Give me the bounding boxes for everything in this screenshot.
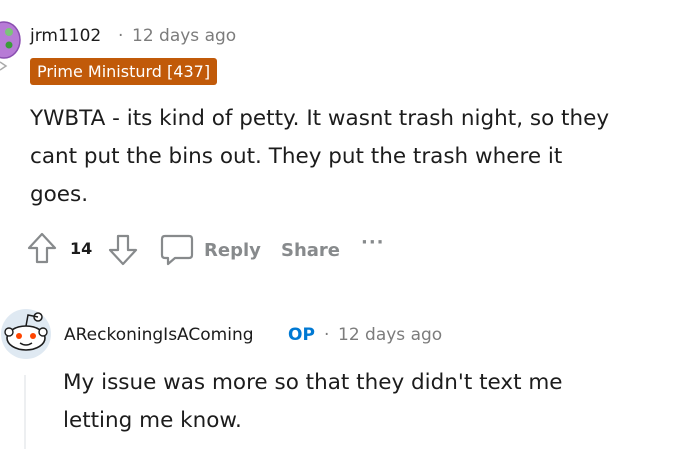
user-flair: Prime Ministurd [437] <box>30 58 218 85</box>
comment-username[interactable]: AReckoningIsAComing <box>64 325 254 345</box>
reply-label: Reply <box>204 240 261 261</box>
comment-body-line: YWBTA - its kind of petty. It wasnt tras… <box>30 106 610 131</box>
comment-body-line: letting me know. <box>63 408 242 433</box>
comment-body: My issue was more so that they didn't te… <box>63 364 683 440</box>
thread-line[interactable] <box>24 375 26 449</box>
more-options-button[interactable]: ··· <box>361 232 385 253</box>
meta-separator: · <box>324 325 330 345</box>
meta-separator: · <box>118 26 124 46</box>
comment-bubble-icon <box>160 234 194 266</box>
comment-timestamp[interactable]: 12 days ago <box>132 26 236 46</box>
comment-username[interactable]: jrm1102 <box>30 26 101 46</box>
comment-body-line: My issue was more so that they didn't te… <box>63 370 563 395</box>
comment-body: YWBTA - its kind of petty. It wasnt tras… <box>30 100 690 214</box>
comment-body-line: goes. <box>30 182 89 207</box>
user-avatar[interactable] <box>0 18 26 74</box>
share-button[interactable]: Share <box>281 240 340 261</box>
comment-body-line: cant put the bins out. They put the tras… <box>30 144 563 169</box>
downvote-arrow-icon[interactable] <box>107 233 139 267</box>
vote-count: 14 <box>70 239 93 258</box>
user-avatar[interactable] <box>0 308 52 360</box>
upvote-arrow-icon[interactable] <box>26 231 58 265</box>
comment-timestamp[interactable]: 12 days ago <box>338 325 442 345</box>
op-badge: OP <box>288 325 315 345</box>
